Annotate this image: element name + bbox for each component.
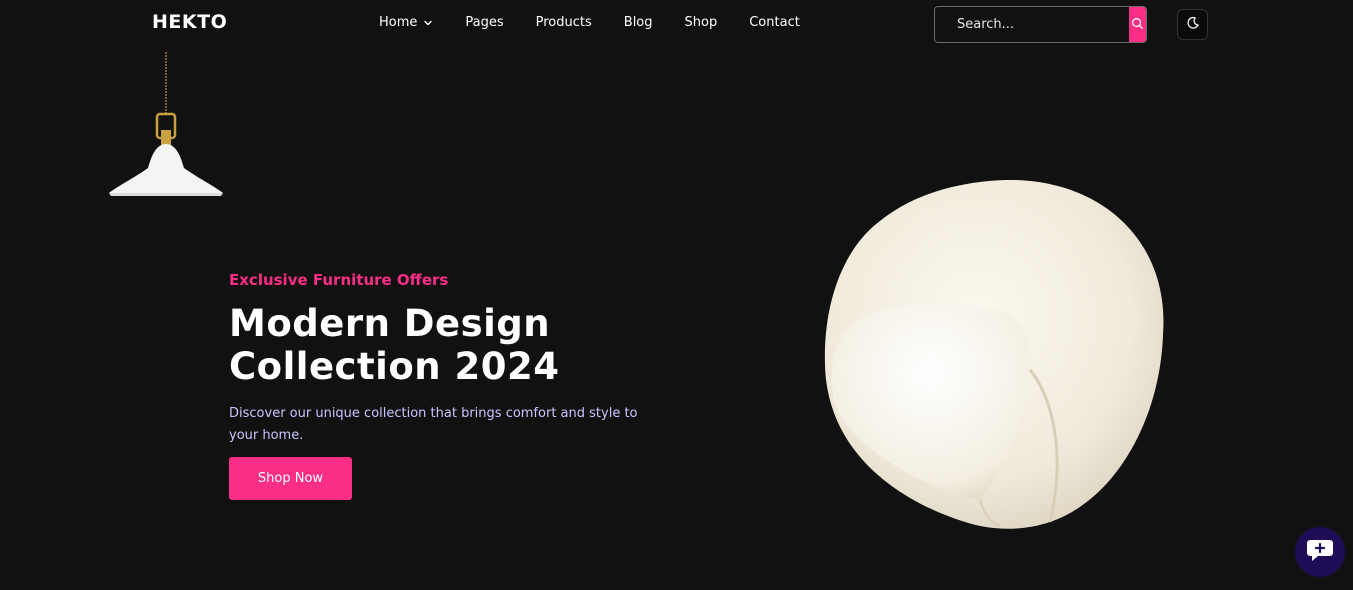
nav-shop-label: Shop xyxy=(684,15,718,30)
nav-contact[interactable]: Contact xyxy=(749,15,800,30)
nav-home[interactable]: Home xyxy=(379,15,433,30)
hero-kicker: Exclusive Furniture Offers xyxy=(229,271,449,289)
nav-blog-label: Blog xyxy=(623,15,653,30)
nav-home-label: Home xyxy=(379,15,418,30)
hero-description: Discover our unique collection that brin… xyxy=(229,406,638,443)
nav-pages-label: Pages xyxy=(465,15,504,30)
nav-blog[interactable]: Blog xyxy=(624,15,653,30)
page: HEKTO Home Pages Products Blog Shop Cont… xyxy=(0,0,1353,590)
logo[interactable]: HEKTO xyxy=(152,11,227,33)
search-input[interactable] xyxy=(935,7,1129,42)
chat-widget-button[interactable] xyxy=(1295,527,1345,577)
chevron-down-icon xyxy=(423,18,433,28)
nav-products-label: Products xyxy=(535,15,592,30)
theme-toggle-button[interactable] xyxy=(1177,9,1208,40)
armchair-image xyxy=(815,170,1175,540)
nav-shop[interactable]: Shop xyxy=(685,15,718,30)
shop-now-button[interactable]: Shop Now xyxy=(229,457,352,500)
nav-contact-label: Contact xyxy=(749,15,800,30)
pendant-lamp-image xyxy=(104,52,228,200)
nav-products[interactable]: Products xyxy=(536,15,592,30)
search-icon xyxy=(1131,15,1144,34)
search-bar xyxy=(934,6,1147,43)
nav-pages[interactable]: Pages xyxy=(465,15,503,30)
hero-headline-line2: Collection 2024 xyxy=(229,345,560,388)
chat-bubble-icon xyxy=(1306,537,1334,567)
hero-headline: Modern Design Collection 2024 xyxy=(229,302,669,388)
hero-headline-line1: Modern Design xyxy=(229,302,551,345)
main-nav: Home Pages Products Blog Shop Contact xyxy=(379,15,832,30)
moon-icon xyxy=(1186,15,1200,34)
search-button[interactable] xyxy=(1129,7,1146,42)
